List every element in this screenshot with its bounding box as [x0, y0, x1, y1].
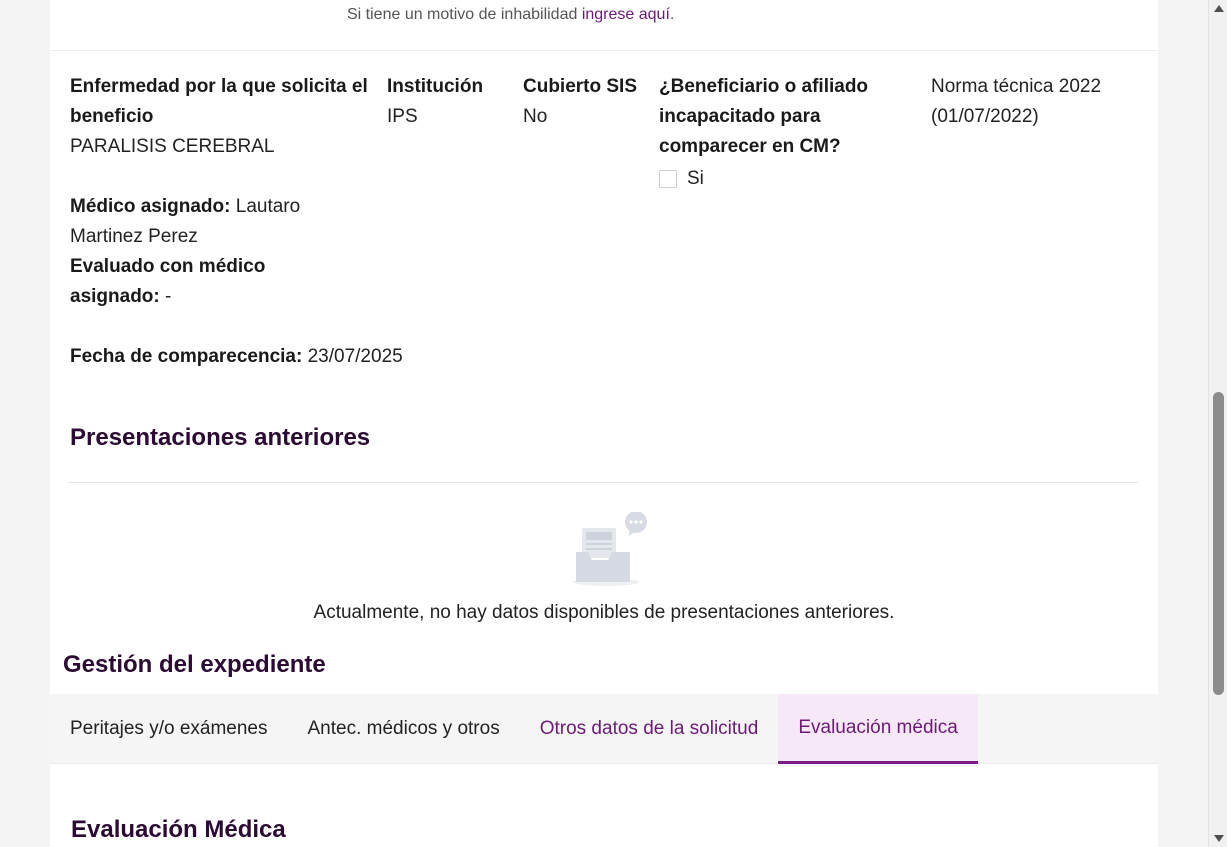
- sis-label: Cubierto SIS: [523, 76, 638, 97]
- inbox-chat-icon: [573, 512, 647, 586]
- evaluado-value: -: [165, 286, 172, 307]
- scrollbar[interactable]: [1208, 0, 1227, 847]
- enfermedad-label: Enfermedad por la que solicita el benefi…: [70, 76, 368, 127]
- institucion-value: IPS: [387, 106, 418, 127]
- tab-otros-datos[interactable]: Otros datos de la solicitud: [520, 694, 779, 764]
- fecha-value: 23/07/2025: [307, 346, 403, 367]
- norma-tecnica: Norma técnica 2022 (01/07/2022): [931, 72, 1131, 132]
- beneficiario-checkbox-label: Si: [687, 168, 704, 189]
- medico-label: Médico asignado:: [70, 196, 231, 217]
- gestion-tabs: Peritajes y/o exámenes Antec. médicos y …: [50, 694, 1158, 764]
- presentaciones-title: Presentaciones anteriores: [70, 424, 371, 451]
- enfermedad-value: PARALISIS CEREBRAL: [70, 136, 275, 157]
- beneficiario-checkbox[interactable]: [659, 170, 677, 188]
- tab-peritajes[interactable]: Peritajes y/o exámenes: [50, 694, 288, 764]
- institucion-field: Institución IPS: [387, 72, 483, 132]
- tab-evaluacion-medica[interactable]: Evaluación médica: [778, 694, 978, 764]
- inhabilidad-note: Si tiene un motivo de inhabilidad ingres…: [347, 6, 674, 24]
- scroll-thumb[interactable]: [1213, 392, 1224, 695]
- inhabilidad-suffix: .: [669, 6, 675, 23]
- empty-state-text: Actualmente, no hay datos disponibles de…: [313, 602, 895, 623]
- norma-value: Norma técnica 2022 (01/07/2022): [931, 76, 1102, 127]
- sis-field: Cubierto SIS No: [523, 72, 637, 132]
- fecha-comparecencia: Fecha de comparecencia: 23/07/2025: [70, 342, 403, 372]
- sis-value: No: [523, 106, 548, 127]
- arrow-up-icon[interactable]: [1214, 5, 1224, 12]
- beneficiario-checkbox-row[interactable]: Si: [659, 164, 899, 194]
- medico-asignado: Médico asignado: Lautaro Martinez Perez …: [70, 192, 330, 312]
- fecha-label: Fecha de comparecencia:: [70, 346, 303, 367]
- divider: [68, 482, 1138, 483]
- evaluacion-title: Evaluación Médica: [71, 816, 286, 843]
- divider: [50, 50, 1158, 51]
- arrow-down-icon[interactable]: [1214, 835, 1224, 842]
- beneficiario-field: ¿Beneficiario o afiliado incapacitado pa…: [659, 72, 899, 194]
- ingrese-aqui-link[interactable]: ingrese aquí: [582, 6, 670, 23]
- main-content: Si tiene un motivo de inhabilidad ingres…: [50, 0, 1158, 847]
- gestion-title: Gestión del expediente: [63, 651, 326, 678]
- beneficiario-label: ¿Beneficiario o afiliado incapacitado pa…: [659, 76, 869, 157]
- tab-antecedentes[interactable]: Antec. médicos y otros: [288, 694, 520, 764]
- institucion-label: Institución: [387, 76, 484, 97]
- enfermedad-field: Enfermedad por la que solicita el benefi…: [70, 72, 370, 162]
- inhabilidad-text: Si tiene un motivo de inhabilidad: [347, 6, 582, 23]
